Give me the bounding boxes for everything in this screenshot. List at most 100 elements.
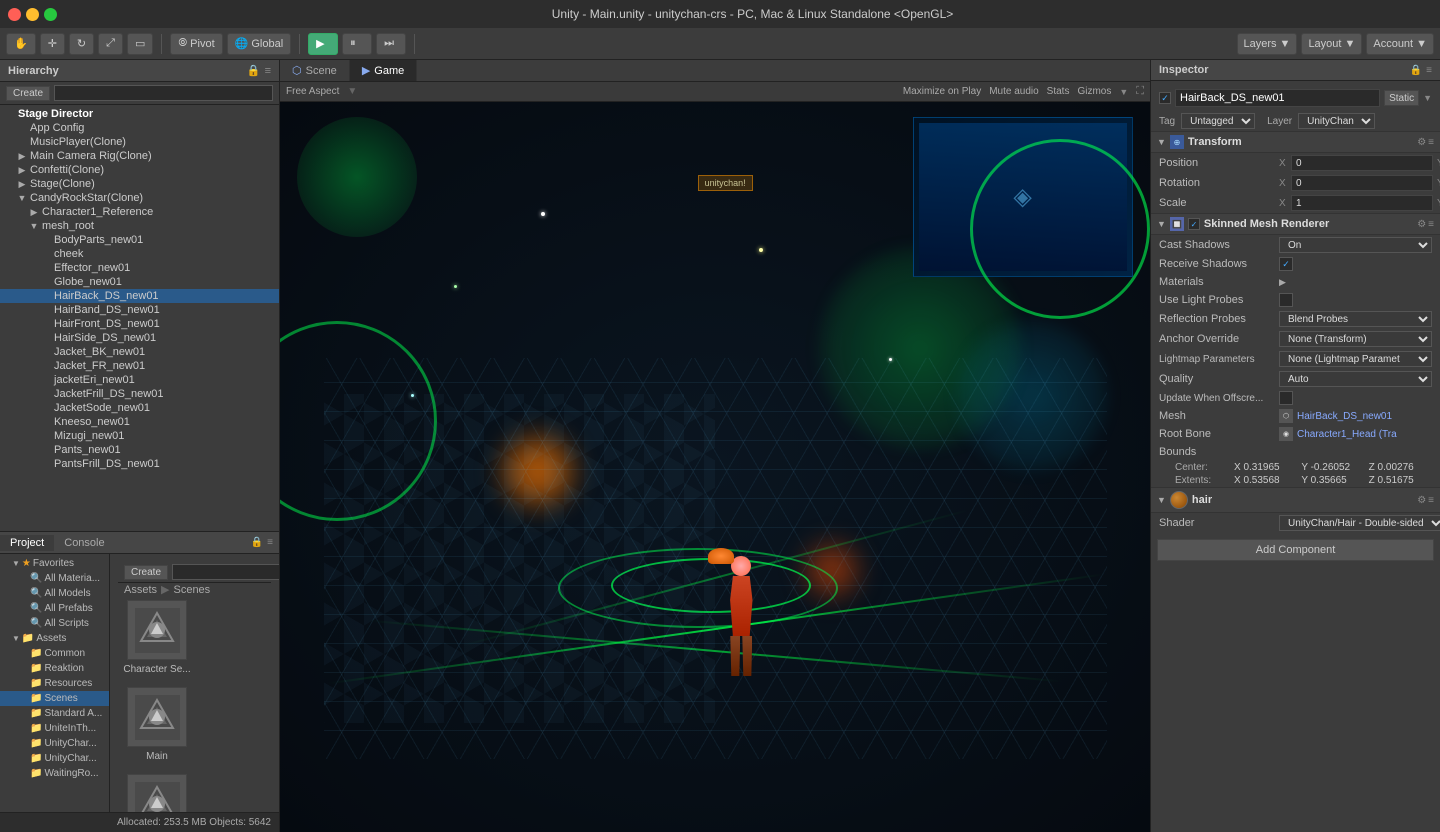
hierarchy-item[interactable]: ▶Main Camera Rig(Clone) (0, 149, 279, 163)
project-sidebar-item[interactable]: 📁Reaktion (0, 661, 109, 676)
project-search-input[interactable] (172, 564, 279, 580)
account-dropdown[interactable]: Account ▼ (1366, 33, 1434, 55)
asset-item[interactable]: WaitingRoom (122, 774, 192, 812)
hierarchy-item[interactable]: ▼mesh_root (0, 219, 279, 233)
hierarchy-item[interactable]: cheek (0, 247, 279, 261)
pivot-toggle[interactable]: ⦾ Pivot (170, 33, 222, 55)
layer-select[interactable]: UnityChan (1298, 113, 1375, 129)
project-sidebar-item[interactable]: 📁Common (0, 646, 109, 661)
project-sidebar-item[interactable]: 🔍All Models (0, 586, 109, 601)
hierarchy-search[interactable] (54, 85, 273, 101)
game-tab[interactable]: ▶ Game (350, 60, 417, 81)
transform-section[interactable]: ▼ ⊕ Transform ⚙ ≡ (1151, 131, 1440, 153)
stats-btn[interactable]: Stats (1047, 86, 1070, 97)
reflection-probes-dropdown[interactable]: Blend Probes (1279, 311, 1432, 327)
shader-dropdown[interactable]: UnityChan/Hair - Double-sided (1279, 515, 1440, 531)
use-light-probes-checkbox[interactable] (1279, 293, 1293, 307)
hair-material-section[interactable]: ▼ hair ⚙ ≡ (1151, 487, 1440, 513)
hand-tool[interactable]: ✋ (6, 33, 36, 55)
hierarchy-item[interactable]: ▶Character1_Reference (0, 205, 279, 219)
rot-x-field[interactable] (1291, 175, 1433, 191)
hierarchy-item[interactable]: HairBack_DS_new01 (0, 289, 279, 303)
project-create-btn[interactable]: Create (124, 565, 168, 580)
project-sidebar-item[interactable]: 📁Standard A... (0, 706, 109, 721)
hierarchy-item[interactable]: HairBand_DS_new01 (0, 303, 279, 317)
move-tool[interactable]: ✛ (40, 33, 65, 55)
project-sidebar-item[interactable]: 🔍All Materia... (0, 571, 109, 586)
close-button[interactable] (8, 8, 21, 21)
hierarchy-item[interactable]: Kneeso_new01 (0, 415, 279, 429)
hierarchy-create-btn[interactable]: Create (6, 86, 50, 101)
hierarchy-item[interactable]: Jacket_BK_new01 (0, 345, 279, 359)
hierarchy-item[interactable]: JacketSode_new01 (0, 401, 279, 415)
hierarchy-item[interactable]: MusicPlayer(Clone) (0, 135, 279, 149)
console-tab[interactable]: Console (54, 535, 114, 551)
scale-tool[interactable]: ⤢ (98, 33, 123, 55)
step-button[interactable]: ⏭ (376, 33, 406, 55)
asset-item[interactable]: Character Se... (122, 600, 192, 675)
hierarchy-item[interactable]: PantsFrill_DS_new01 (0, 457, 279, 471)
asset-item[interactable]: Main (122, 687, 192, 762)
pause-button[interactable]: ⏸ (342, 33, 372, 55)
rect-tool[interactable]: ▭ (127, 33, 153, 55)
breadcrumb-scenes[interactable]: Scenes (173, 584, 210, 596)
breadcrumb-assets[interactable]: Assets (124, 584, 157, 596)
maximize-icon[interactable]: ⛶ (1136, 85, 1144, 98)
hierarchy-item[interactable]: App Config (0, 121, 279, 135)
project-sidebar-item[interactable]: 📁UnityChar... (0, 736, 109, 751)
project-tab[interactable]: Project (0, 535, 54, 551)
play-button[interactable]: ▶ (308, 33, 338, 55)
gizmos-btn[interactable]: Gizmos (1077, 86, 1111, 97)
active-checkbox[interactable]: ✓ (1159, 92, 1171, 104)
maximize-button[interactable] (44, 8, 57, 21)
receive-shadows-checkbox[interactable]: ✓ (1279, 257, 1293, 271)
global-toggle[interactable]: 🌐 Global (227, 33, 292, 55)
update-offscreen-checkbox[interactable] (1279, 391, 1293, 405)
hierarchy-item[interactable]: BodyParts_new01 (0, 233, 279, 247)
rotate-tool[interactable]: ↻ (69, 33, 94, 55)
scale-x-field[interactable] (1291, 195, 1433, 211)
project-sidebar-item[interactable]: ▼📁Assets (0, 631, 109, 646)
hierarchy-item[interactable]: ▼CandyRockStar(Clone) (0, 191, 279, 205)
mute-audio-btn[interactable]: Mute audio (989, 86, 1038, 97)
cast-shadows-dropdown[interactable]: On (1279, 237, 1432, 253)
hierarchy-item[interactable]: HairFront_DS_new01 (0, 317, 279, 331)
expand-arrow-materials[interactable]: ▶ (1279, 277, 1286, 288)
hierarchy-item[interactable]: Mizugi_new01 (0, 429, 279, 443)
mesh-name[interactable]: HairBack_DS_new01 (1297, 411, 1392, 422)
add-component-button[interactable]: Add Component (1157, 539, 1434, 561)
static-button[interactable]: Static (1384, 90, 1419, 106)
hierarchy-item[interactable]: Pants_new01 (0, 443, 279, 457)
project-sidebar-item[interactable]: 📁Scenes (0, 691, 109, 706)
root-bone-name[interactable]: Character1_Head (Tra (1297, 429, 1397, 440)
free-aspect-btn[interactable]: Free Aspect (286, 86, 339, 97)
skinned-mesh-section[interactable]: ▼ 🔲 ✓ Skinned Mesh Renderer ⚙ ≡ (1151, 213, 1440, 235)
hierarchy-item[interactable]: HairSide_DS_new01 (0, 331, 279, 345)
hierarchy-item[interactable]: Stage Director (0, 107, 279, 121)
project-sidebar-item[interactable]: 📁UniteInTh... (0, 721, 109, 736)
project-sidebar-item[interactable]: 📁WaitingRo... (0, 766, 109, 781)
maximize-on-play-btn[interactable]: Maximize on Play (903, 86, 981, 97)
project-sidebar-item[interactable]: 🔍All Prefabs (0, 601, 109, 616)
lightmap-dropdown[interactable]: None (Lightmap Paramet (1279, 351, 1432, 367)
object-name-field[interactable] (1175, 89, 1380, 107)
hierarchy-item[interactable]: Effector_new01 (0, 261, 279, 275)
hierarchy-item[interactable]: Globe_new01 (0, 275, 279, 289)
project-sidebar-item[interactable]: 📁UnityChar... (0, 751, 109, 766)
project-sidebar-item[interactable]: 📁Resources (0, 676, 109, 691)
layout-dropdown[interactable]: Layout ▼ (1301, 33, 1362, 55)
pos-x-field[interactable] (1291, 155, 1433, 171)
hierarchy-item[interactable]: jacketEri_new01 (0, 373, 279, 387)
hierarchy-item[interactable]: JacketFrill_DS_new01 (0, 387, 279, 401)
minimize-button[interactable] (26, 8, 39, 21)
tag-select[interactable]: Untagged (1181, 113, 1255, 129)
layers-dropdown[interactable]: Layers ▼ (1237, 33, 1298, 55)
hierarchy-item[interactable]: Jacket_FR_new01 (0, 359, 279, 373)
scene-tab[interactable]: ⬡ Scene (280, 60, 350, 81)
skinned-enabled-checkbox[interactable]: ✓ (1188, 218, 1200, 230)
project-sidebar-item[interactable]: 🔍All Scripts (0, 616, 109, 631)
project-sidebar-item[interactable]: ▼★Favorites (0, 556, 109, 571)
quality-dropdown[interactable]: Auto (1279, 371, 1432, 387)
anchor-override-dropdown[interactable]: None (Transform) (1279, 331, 1432, 347)
hierarchy-item[interactable]: ▶Stage(Clone) (0, 177, 279, 191)
